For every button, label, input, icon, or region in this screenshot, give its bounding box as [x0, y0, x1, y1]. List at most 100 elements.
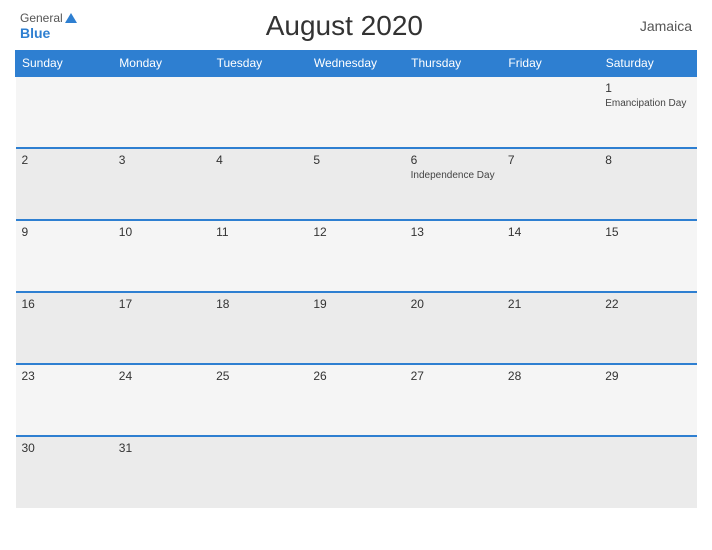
calendar-table: Sunday Monday Tuesday Wednesday Thursday… [15, 50, 697, 508]
week-row-2: 23456 Independence Day 78 [16, 148, 697, 220]
calendar-cell: 14 [502, 220, 599, 292]
calendar-cell: 18 [210, 292, 307, 364]
day-number: 28 [508, 369, 593, 383]
calendar-cell: 2 [16, 148, 113, 220]
day-number: 23 [22, 369, 107, 383]
day-number: 30 [22, 441, 107, 455]
day-number: 10 [119, 225, 204, 239]
week-row-1: 1 Emancipation Day [16, 76, 697, 148]
calendar-cell [16, 76, 113, 148]
day-number: 13 [411, 225, 496, 239]
calendar-cell: 8 [599, 148, 696, 220]
day-number: 2 [22, 153, 107, 167]
week-row-3: 9 10 11 12 13 14 15 [16, 220, 697, 292]
day-number: 27 [411, 369, 496, 383]
week-row-4: 16 17 18 19 20 21 22 [16, 292, 697, 364]
calendar-cell: 22 [599, 292, 696, 364]
calendar-cell: 17 [113, 292, 210, 364]
calendar-container: General Blue August 2020 Jamaica Sunday … [0, 0, 712, 550]
calendar-cell [113, 76, 210, 148]
header-sunday: Sunday [16, 51, 113, 77]
calendar-cell: 24 [113, 364, 210, 436]
logo: General Blue [20, 11, 77, 41]
day-number: 7 [508, 153, 593, 167]
calendar-cell [502, 76, 599, 148]
day-number: 16 [22, 297, 107, 311]
logo-blue-line: Blue [20, 25, 50, 41]
calendar-cell [405, 436, 502, 508]
calendar-cell: 27 [405, 364, 502, 436]
day-number: 4 [216, 153, 301, 167]
calendar-cell: 9 [16, 220, 113, 292]
day-number: 8 [605, 153, 690, 167]
calendar-cell [502, 436, 599, 508]
day-number: 11 [216, 225, 301, 239]
calendar-cell: 25 [210, 364, 307, 436]
calendar-cell [307, 76, 404, 148]
day-number: 5 [313, 153, 398, 167]
calendar-cell [210, 436, 307, 508]
logo-general-text: General [20, 11, 63, 25]
header-saturday: Saturday [599, 51, 696, 77]
day-number: 14 [508, 225, 593, 239]
holiday-name: Emancipation Day [605, 97, 690, 110]
day-number: 20 [411, 297, 496, 311]
header-tuesday: Tuesday [210, 51, 307, 77]
day-number: 12 [313, 225, 398, 239]
calendar-cell: 13 [405, 220, 502, 292]
calendar-cell: 26 [307, 364, 404, 436]
calendar-cell: 20 [405, 292, 502, 364]
calendar-header: General Blue August 2020 Jamaica [15, 10, 697, 42]
day-number: 19 [313, 297, 398, 311]
day-number: 6 [411, 153, 496, 167]
logo-triangle-icon [65, 13, 77, 23]
calendar-cell: 21 [502, 292, 599, 364]
calendar-cell [210, 76, 307, 148]
calendar-cell: 1 Emancipation Day [599, 76, 696, 148]
day-number: 3 [119, 153, 204, 167]
calendar-cell [307, 436, 404, 508]
day-number: 31 [119, 441, 204, 455]
calendar-cell: 10 [113, 220, 210, 292]
calendar-title: August 2020 [77, 10, 612, 42]
header-wednesday: Wednesday [307, 51, 404, 77]
calendar-cell: 23 [16, 364, 113, 436]
day-number: 22 [605, 297, 690, 311]
calendar-cell: 4 [210, 148, 307, 220]
day-number: 21 [508, 297, 593, 311]
day-number: 29 [605, 369, 690, 383]
day-number: 25 [216, 369, 301, 383]
calendar-cell: 12 [307, 220, 404, 292]
calendar-cell: 11 [210, 220, 307, 292]
logo-general-line: General [20, 11, 77, 25]
calendar-cell: 15 [599, 220, 696, 292]
calendar-cell: 28 [502, 364, 599, 436]
calendar-cell: 16 [16, 292, 113, 364]
calendar-cell: 3 [113, 148, 210, 220]
day-number: 1 [605, 81, 690, 95]
header-friday: Friday [502, 51, 599, 77]
calendar-cell: 31 [113, 436, 210, 508]
days-header-row: Sunday Monday Tuesday Wednesday Thursday… [16, 51, 697, 77]
header-thursday: Thursday [405, 51, 502, 77]
week-row-5: 23 24 25 26 27 28 29 [16, 364, 697, 436]
day-number: 15 [605, 225, 690, 239]
calendar-cell [599, 436, 696, 508]
calendar-cell: 19 [307, 292, 404, 364]
day-number: 24 [119, 369, 204, 383]
calendar-cell: 30 [16, 436, 113, 508]
calendar-cell: 5 [307, 148, 404, 220]
week-row-6: 30 31 [16, 436, 697, 508]
holiday-name: Independence Day [411, 169, 496, 182]
day-number: 9 [22, 225, 107, 239]
calendar-cell [405, 76, 502, 148]
calendar-cell: 6 Independence Day [405, 148, 502, 220]
day-number: 18 [216, 297, 301, 311]
calendar-cell: 29 [599, 364, 696, 436]
logo-blue-text: Blue [20, 25, 50, 41]
country-label: Jamaica [612, 18, 692, 34]
day-number: 17 [119, 297, 204, 311]
day-number: 26 [313, 369, 398, 383]
calendar-cell: 7 [502, 148, 599, 220]
header-monday: Monday [113, 51, 210, 77]
